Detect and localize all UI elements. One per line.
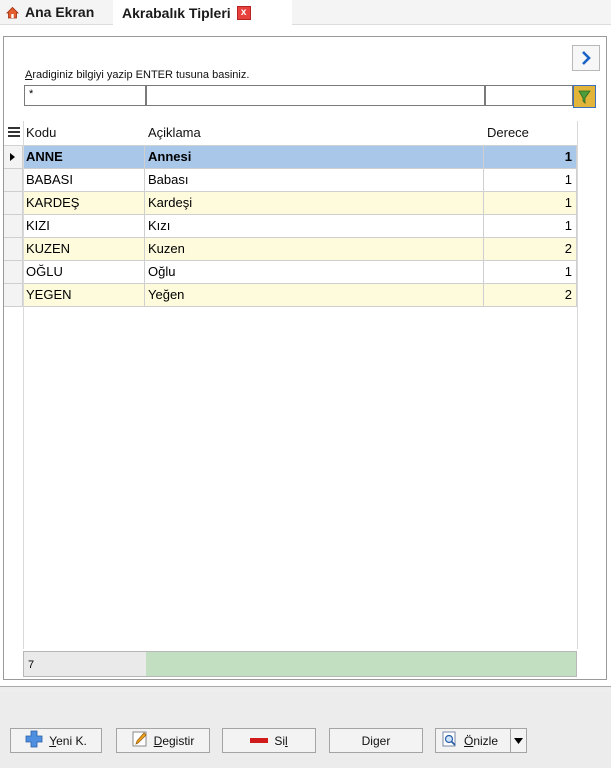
tab-home[interactable]: Ana Ekran [0, 0, 118, 24]
table-row[interactable]: YEGEN Yeğen 2 [4, 284, 577, 307]
preview-button[interactable]: Önizle [435, 728, 511, 753]
search-input-aciklama[interactable] [146, 85, 485, 106]
new-button[interactable]: Yeni K. [10, 728, 102, 753]
other-button-text-b: er [379, 733, 391, 748]
cell-kodu[interactable]: KUZEN [23, 238, 145, 260]
search-hint: Aradiginiz bilgiyi yazip ENTER tusuna ba… [25, 69, 249, 81]
preview-button-text: nizle [473, 733, 499, 748]
preview-button-mnemonic: Ö [464, 733, 474, 748]
row-indicator [4, 261, 23, 283]
cell-kodu[interactable]: BABASI [23, 169, 145, 191]
bottom-toolbar: Yeni K. Degistir Sil Diger Önizle [0, 692, 611, 768]
column-header-kodu[interactable]: Kodu [26, 125, 56, 140]
row-indicator [4, 215, 23, 237]
cell-derece[interactable]: 2 [484, 238, 577, 260]
table-row[interactable]: KUZEN Kuzen 2 [4, 238, 577, 261]
record-count: 7 [24, 652, 146, 676]
row-pointer-icon [10, 153, 15, 161]
cell-kodu[interactable]: OĞLU [23, 261, 145, 283]
tab-akrabalik-tipleri[interactable]: Akrabalık Tipleri x [113, 0, 292, 25]
edit-button[interactable]: Degistir [116, 728, 210, 753]
preview-button-label: Önizle [464, 734, 498, 748]
clear-filter-button[interactable] [573, 85, 596, 108]
cell-derece[interactable]: 1 [484, 169, 577, 191]
table-row[interactable]: KARDEŞ Kardeşi 1 [4, 192, 577, 215]
cell-aciklama[interactable]: Babası [145, 169, 484, 191]
footer-summary-bar [146, 652, 576, 676]
column-header-derece[interactable]: Derece [487, 125, 529, 140]
cell-kodu[interactable]: KIZI [23, 215, 145, 237]
cell-kodu[interactable]: YEGEN [23, 284, 145, 306]
table-row[interactable]: ANNE Annesi 1 [4, 146, 577, 169]
table-row[interactable]: OĞLU Oğlu 1 [4, 261, 577, 284]
main-panel: Aradiginiz bilgiyi yazip ENTER tusuna ba… [3, 36, 607, 680]
column-chooser-icon[interactable] [8, 126, 20, 141]
search-input-kodu[interactable]: * [24, 85, 146, 106]
delete-button-mnemonic: l [285, 733, 288, 748]
cell-aciklama[interactable]: Annesi [145, 146, 484, 168]
cell-aciklama[interactable]: Yeğen [145, 284, 484, 306]
row-indicator [4, 169, 23, 191]
column-header-aciklama[interactable]: Açiklama [148, 125, 201, 140]
cell-kodu[interactable]: KARDEŞ [23, 192, 145, 214]
cell-derece[interactable]: 1 [484, 215, 577, 237]
cell-derece[interactable]: 1 [484, 146, 577, 168]
cell-derece[interactable]: 1 [484, 192, 577, 214]
edit-button-label: Degistir [154, 734, 195, 748]
search-hint-text: radiginiz bilgiyi yazip ENTER tusuna bas… [32, 69, 250, 81]
next-button[interactable] [572, 45, 600, 71]
delete-button-label: Sil [274, 734, 287, 748]
tab-bar: Ana Ekran Akrabalık Tipleri x [0, 0, 611, 25]
tab-home-label: Ana Ekran [25, 4, 95, 20]
grid-header: Kodu Açiklama Derece [4, 121, 577, 146]
row-indicator [4, 238, 23, 260]
delete-button[interactable]: Sil [222, 728, 316, 753]
tab-active-label: Akrabalık Tipleri [122, 4, 231, 21]
cell-derece[interactable]: 2 [484, 284, 577, 306]
home-icon [6, 6, 19, 19]
print-preview-icon [442, 731, 458, 750]
cell-aciklama[interactable]: Oğlu [145, 261, 484, 283]
data-grid: Kodu Açiklama Derece ANNE Annesi 1 BABAS… [4, 121, 577, 307]
cell-aciklama[interactable]: Kızı [145, 215, 484, 237]
minus-icon [250, 734, 269, 748]
other-button-text-a: Di [361, 733, 373, 748]
grid-footer: 7 [23, 651, 577, 677]
preview-dropdown-button[interactable] [510, 728, 527, 753]
close-icon[interactable]: x [236, 5, 251, 20]
table-row[interactable]: KIZI Kızı 1 [4, 215, 577, 238]
row-indicator [4, 192, 23, 214]
new-button-label: Yeni K. [49, 734, 87, 748]
chevron-right-icon [582, 51, 591, 65]
plus-icon [25, 730, 43, 751]
edit-button-text: egistir [162, 733, 195, 748]
cell-aciklama[interactable]: Kardeşi [145, 192, 484, 214]
cell-derece[interactable]: 1 [484, 261, 577, 283]
other-button-mnemonic: g [372, 733, 380, 748]
search-input-derece[interactable] [485, 85, 573, 106]
row-indicator [4, 284, 23, 306]
filter-clear-icon [574, 86, 595, 107]
new-button-text: eni K. [56, 733, 87, 748]
table-row[interactable]: BABASI Babası 1 [4, 169, 577, 192]
other-button[interactable]: Diger [329, 728, 423, 753]
grid-divider [23, 121, 24, 649]
cell-kodu[interactable]: ANNE [23, 146, 145, 168]
grid-divider [577, 121, 578, 649]
edit-pencil-icon [132, 731, 148, 750]
chevron-down-icon [514, 737, 523, 744]
other-button-label: Diger [362, 734, 391, 748]
delete-button-text: Si [274, 733, 285, 748]
row-indicator [4, 146, 23, 168]
cell-aciklama[interactable]: Kuzen [145, 238, 484, 260]
